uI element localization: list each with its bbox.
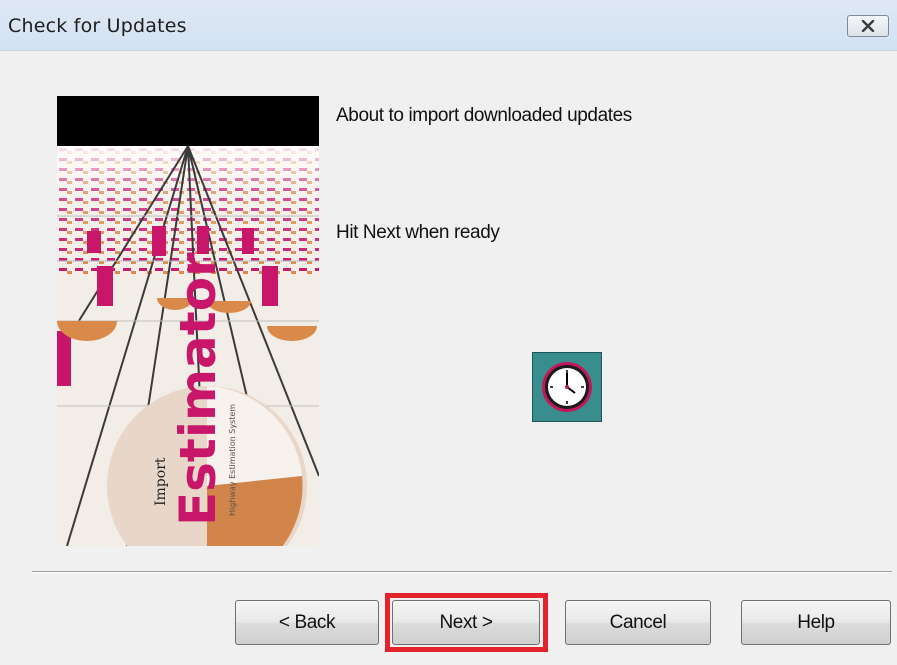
button-separator	[32, 571, 892, 573]
banner-subtitle: Highway Estimation System	[228, 404, 237, 516]
banner-wordmark: Estimator	[169, 252, 227, 526]
estimator-banner-image: Estimator Import Highway Estimation Syst…	[57, 96, 319, 546]
back-button[interactable]: < Back	[235, 600, 379, 645]
help-button[interactable]: Help	[741, 600, 891, 645]
close-button[interactable]	[847, 15, 889, 37]
close-icon	[861, 20, 875, 32]
instruction-message: Hit Next when ready	[336, 222, 500, 243]
cancel-button[interactable]: Cancel	[565, 600, 711, 645]
clock-icon	[532, 352, 602, 422]
banner-import-word: Import	[153, 457, 169, 506]
check-for-updates-dialog: Check for Updates Estimator Import Highw…	[0, 0, 897, 665]
window-title: Check for Updates	[8, 15, 187, 37]
status-message: About to import downloaded updates	[336, 105, 632, 126]
title-bar: Check for Updates	[0, 0, 897, 51]
next-button[interactable]: Next >	[392, 600, 540, 645]
